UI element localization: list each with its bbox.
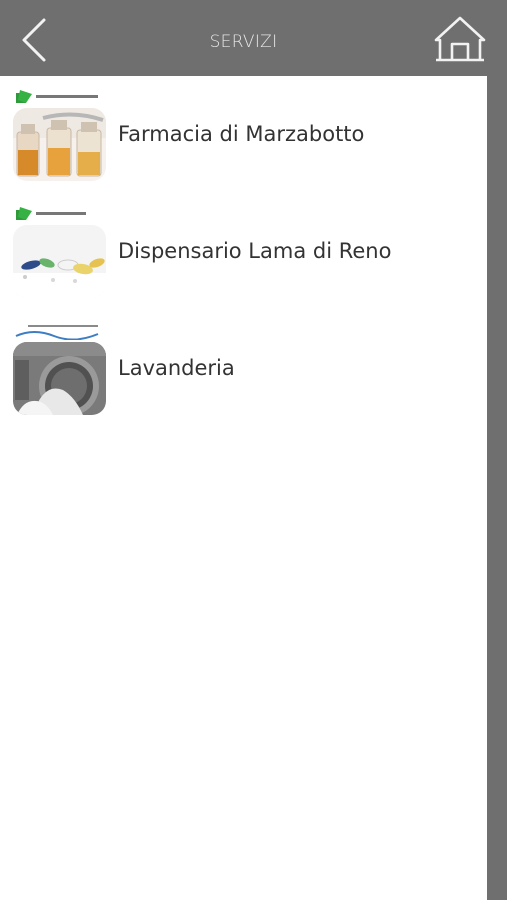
pills-image	[13, 225, 106, 298]
page-title: SERVIZI	[209, 32, 278, 52]
service-label: Farmacia di Marzabotto	[118, 122, 365, 146]
service-label: Dispensario Lama di Reno	[118, 239, 392, 263]
list-item-farmacia-marzabotto[interactable]: Farmacia di Marzabotto	[0, 84, 487, 201]
pharmacy-logo-banner	[14, 88, 106, 106]
service-label: Lavanderia	[118, 356, 235, 380]
washing-machine-image	[13, 342, 106, 415]
home-icon	[434, 16, 486, 62]
top-bar: SERVIZI	[0, 0, 507, 76]
list-item-lavanderia[interactable]: Lavanderia	[0, 318, 487, 435]
pharmacy-bottles-image	[13, 108, 106, 181]
services-list: Farmacia di Marzabotto Dispensario Lama …	[0, 76, 487, 900]
laundry-logo-banner	[14, 322, 106, 340]
list-item-dispensario-lama-di-reno[interactable]: Dispensario Lama di Reno	[0, 201, 487, 318]
dispensary-logo-banner	[14, 205, 106, 223]
home-button[interactable]	[432, 14, 488, 66]
